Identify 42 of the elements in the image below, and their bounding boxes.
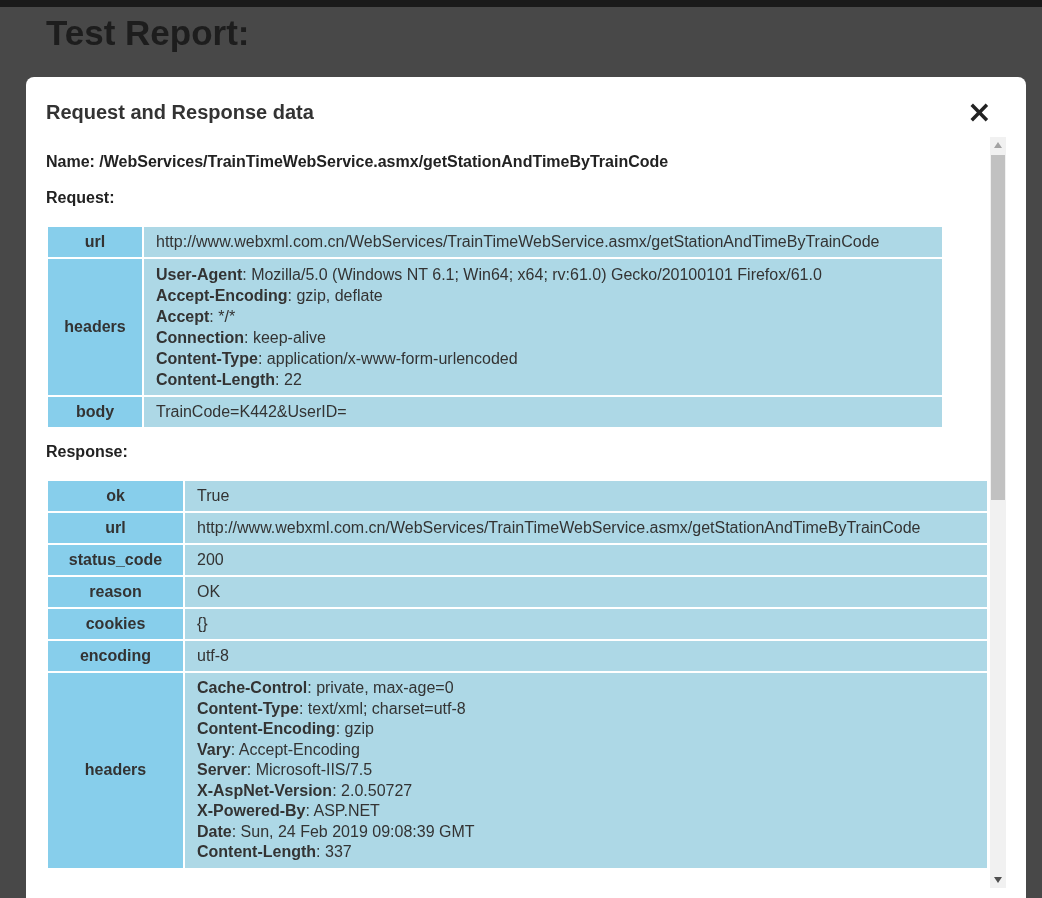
field-value-cell: TrainCode=K442&UserID= <box>143 396 943 428</box>
header-line: Accept: */* <box>156 307 237 327</box>
scrollbar[interactable] <box>990 137 1006 888</box>
section-heading: Request: <box>46 189 116 207</box>
field-value-cell: http://www.webxml.com.cn/WebServices/TrainTimeWebService.asmx/getStationAndTimeByTrainCode <box>143 226 943 258</box>
header-line: Content-Type: text/xml; charset=utf-8 <box>197 698 467 719</box>
header-line: Server: Microsoft-IIS/7.5 <box>197 760 374 780</box>
field-value-cell: http://www.webxml.com.cn/WebServices/TrainTimeWebService.asmx/getStationAndTimeByTrainCode <box>184 512 988 544</box>
field-key-cell: body <box>47 396 143 428</box>
scroll-up-icon[interactable] <box>994 142 1002 148</box>
header-line: Content-Length: 337 <box>197 842 353 862</box>
field-key-cell: ok <box>47 480 184 512</box>
header-line: Connection: keep-alive <box>156 328 327 348</box>
header-line: Accept-Encoding: gzip, deflate <box>156 286 384 306</box>
header-line: User-Agent: Mozilla/5.0 (Windows NT 6.1; Win64; x64; rv:61.0) Gecko/20100101 Firefox/61.0 <box>156 265 823 285</box>
header-line: Cache-Control: private, max-age=0 <box>197 678 455 698</box>
field-value-cell: OK <box>184 576 988 608</box>
section-heading: Response: <box>46 443 129 461</box>
modal-title: Request and Response data <box>46 100 314 124</box>
field-key-cell: status_code <box>47 544 184 576</box>
header-line: X-AspNet-Version: 2.0.50727 <box>197 780 414 801</box>
field-key-cell: headers <box>47 672 184 869</box>
field-key-cell: url <box>47 512 184 544</box>
field-key-cell: reason <box>47 576 184 608</box>
header-line: Date: Sun, 24 Feb 2019 09:08:39 GMT <box>197 821 476 842</box>
field-value-cell: {} <box>184 608 988 640</box>
close-button[interactable]: × <box>962 97 996 127</box>
field-key-cell: headers <box>47 258 143 396</box>
header-line: Content-Encoding: gzip <box>197 719 375 739</box>
field-value-cell: utf-8 <box>184 640 988 672</box>
field-key-cell: encoding <box>47 640 184 672</box>
scroll-down-icon[interactable] <box>994 877 1002 883</box>
field-value-cell: True <box>184 480 988 512</box>
header-line: Content-Type: application/x-www-form-urlencoded <box>156 349 519 369</box>
scrollbar-thumb[interactable] <box>991 155 1005 500</box>
header-line: Vary: Accept-Encoding <box>197 739 361 760</box>
header-line: Content-Length: 22 <box>156 370 303 390</box>
field-value-cell: 200 <box>184 544 988 576</box>
header-line: X-Powered-By: ASP.NET <box>197 801 381 821</box>
field-key-cell: cookies <box>47 608 184 640</box>
field-key-cell: url <box>47 226 143 258</box>
request-name: Name: /WebServices/TrainTimeWebService.asmx/getStationAndTimeByTrainCode <box>46 153 670 171</box>
